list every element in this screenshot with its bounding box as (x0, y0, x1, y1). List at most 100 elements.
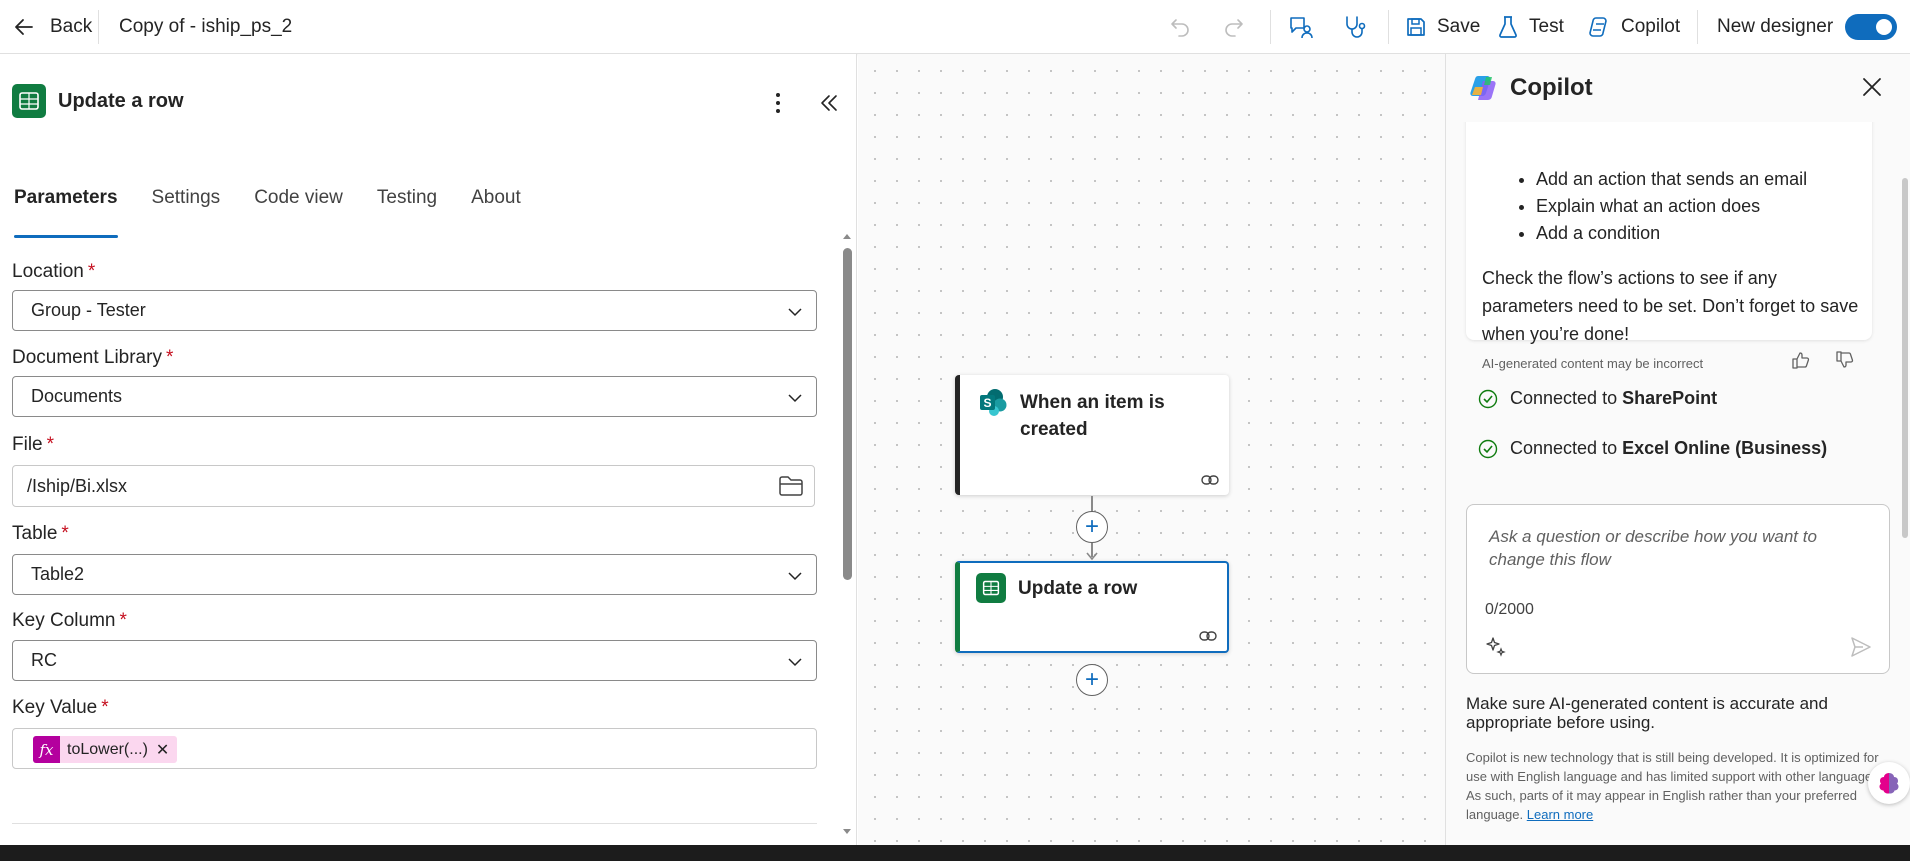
file-input[interactable]: /Iship/Bi.xlsx (12, 465, 815, 507)
document-library-label-text: Document Library (12, 347, 162, 368)
excel-icon (976, 573, 1006, 603)
arrow-left-icon (15, 19, 33, 35)
scroll-up-icon[interactable] (842, 232, 852, 240)
key-column-label-text: Key Column (12, 610, 116, 631)
tab-settings[interactable]: Settings (138, 180, 235, 230)
divider (1697, 10, 1698, 44)
character-count: 0/2000 (1485, 601, 1534, 618)
scroll-down-icon[interactable] (842, 828, 852, 836)
required-marker: * (61, 523, 69, 544)
connection-name: Excel Online (Business) (1622, 438, 1828, 458)
location-label-text: Location (12, 261, 84, 282)
location-value: Group - Tester (31, 300, 146, 320)
divider (1270, 10, 1271, 44)
copilot-icon (1589, 17, 1607, 37)
copilot-input-box[interactable]: Ask a question or describe how you want … (1466, 504, 1890, 674)
location-label: Location * (12, 261, 95, 283)
ai-disclaimer: Make sure AI-generated content is accura… (1466, 694, 1828, 732)
sharepoint-icon: S (978, 387, 1008, 422)
divider (1388, 10, 1389, 44)
feedback-button[interactable] (1288, 0, 1314, 54)
learn-more-link[interactable]: Learn more (1527, 807, 1593, 822)
panel-title[interactable]: Update a row (58, 90, 184, 113)
suggestion-item[interactable]: Add an action that sends an email (1536, 166, 1807, 193)
link-icon (1201, 475, 1219, 485)
copilot-title: Copilot (1510, 74, 1593, 101)
beaker-icon (1499, 16, 1517, 38)
panel-header: Update a row (12, 84, 184, 118)
thumbs-up-icon[interactable] (1791, 350, 1811, 370)
insert-step-button[interactable]: + (1076, 511, 1108, 543)
document-library-value: Documents (31, 386, 123, 406)
action-details-panel: Update a row Parameters Settings Code vi… (0, 54, 857, 845)
flow-title[interactable]: Copy of - iship_ps_2 (119, 0, 292, 54)
key-value-label: Key Value * (12, 697, 109, 719)
undo-icon (1171, 19, 1189, 37)
file-value: /Iship/Bi.xlsx (27, 475, 128, 496)
scrollbar-thumb[interactable] (843, 248, 852, 580)
send-icon[interactable] (1849, 635, 1873, 659)
flow-checker-button[interactable] (1342, 0, 1368, 54)
suggestion-item[interactable]: Add a condition (1536, 220, 1807, 247)
key-column-dropdown[interactable]: RC (12, 640, 817, 681)
document-library-dropdown[interactable]: Documents (12, 376, 817, 417)
redo-button[interactable] (1222, 0, 1246, 54)
key-column-label: Key Column * (12, 610, 127, 632)
command-bar: Back Copy of - iship_ps_2 Save Test Copi… (0, 0, 1910, 54)
expression-token[interactable]: fx toLower(...) ✕ (33, 736, 178, 763)
chevron-down-icon (788, 394, 802, 403)
back-button[interactable]: Back (12, 0, 92, 54)
chat-person-icon (1290, 17, 1313, 39)
trigger-title: When an item is created (1020, 392, 1165, 440)
required-marker: * (46, 434, 55, 455)
ai-generated-note: AI-generated content may be incorrect (1482, 356, 1704, 371)
thumbs-down-icon[interactable] (1835, 350, 1855, 370)
key-value-input[interactable]: fx toLower(...) ✕ (12, 728, 817, 769)
remove-token-icon[interactable]: ✕ (156, 740, 177, 760)
chevron-down-icon (788, 658, 802, 667)
tab-code-view[interactable]: Code view (240, 180, 357, 230)
connection-sharepoint: Connected to SharePoint (1478, 388, 1717, 409)
required-marker: * (119, 610, 127, 631)
table-label-text: Table (12, 523, 58, 544)
copilot-input[interactable]: Ask a question or describe how you want … (1489, 525, 1869, 571)
ai-assistant-icon[interactable] (1868, 762, 1910, 804)
test-label: Test (1529, 16, 1564, 37)
link-icon (1199, 631, 1217, 641)
tab-about[interactable]: About (457, 180, 535, 230)
toggle-switch[interactable] (1845, 14, 1897, 40)
sparkle-icon[interactable] (1485, 636, 1507, 658)
action-card-selected[interactable]: Update a row (955, 561, 1229, 653)
copilot-fine-print: Copilot is new technology that is still … (1466, 748, 1886, 824)
double-chevron-left-icon (821, 95, 837, 111)
test-button[interactable]: Test (1497, 0, 1564, 54)
scrollbar[interactable] (1902, 178, 1908, 538)
save-button[interactable]: Save (1405, 0, 1480, 54)
collapse-panel-button[interactable] (818, 92, 840, 119)
tab-testing[interactable]: Testing (363, 180, 451, 230)
folder-icon[interactable] (778, 475, 804, 497)
location-dropdown[interactable]: Group - Tester (12, 290, 817, 331)
suggestion-item[interactable]: Explain what an action does (1536, 193, 1807, 220)
trigger-card[interactable]: S When an item is created (955, 375, 1229, 495)
os-taskbar (0, 845, 1910, 861)
tab-parameters[interactable]: Parameters (0, 180, 132, 238)
plus-icon: + (1084, 513, 1099, 540)
document-library-label: Document Library * (12, 347, 173, 369)
new-designer-toggle[interactable] (1845, 0, 1897, 54)
table-dropdown[interactable]: Table2 (12, 554, 817, 595)
fx-icon: fx (33, 736, 60, 763)
svg-text:S: S (983, 396, 991, 410)
more-vertical-icon (776, 93, 780, 113)
suggestion-list: Add an action that sends an email Explai… (1536, 166, 1807, 247)
copilot-button[interactable]: Copilot (1587, 0, 1680, 54)
connection-excel: Connected to Excel Online (Business) (1478, 438, 1827, 459)
expression-token-label: toLower(...) (67, 740, 148, 758)
more-options-button[interactable] (772, 90, 784, 121)
copilot-message: Check the flow’s actions to see if any p… (1482, 268, 1859, 344)
undo-button[interactable] (1168, 0, 1192, 54)
required-marker: * (101, 697, 109, 718)
chevron-down-icon (788, 308, 802, 317)
close-icon[interactable] (1861, 76, 1883, 98)
add-step-button[interactable]: + (1076, 664, 1108, 696)
